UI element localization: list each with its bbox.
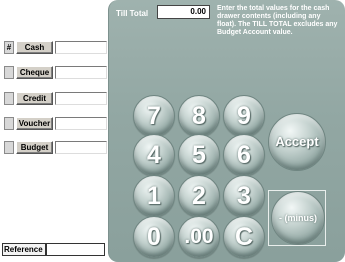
cash-amount-field[interactable] — [55, 41, 107, 54]
key-7[interactable]: 7 — [133, 95, 175, 137]
reference-label: Reference — [2, 243, 46, 256]
key-3[interactable]: 3 — [223, 175, 265, 217]
row-marker — [4, 141, 14, 154]
key-6[interactable]: 6 — [223, 134, 265, 176]
accept-button[interactable]: Accept — [268, 113, 326, 171]
budget-amount-field[interactable] — [55, 141, 107, 154]
till-total-label: Till Total — [116, 9, 149, 18]
instructions-text: Enter the total values for the cash draw… — [217, 5, 338, 36]
row-marker — [4, 117, 14, 130]
credit-button[interactable]: Credit — [16, 92, 53, 105]
key-double-zero[interactable]: .00 — [178, 216, 220, 258]
budget-button[interactable]: Budget — [16, 141, 53, 154]
row-marker — [4, 66, 14, 79]
active-row-marker: # — [4, 41, 14, 54]
key-0[interactable]: 0 — [133, 216, 175, 258]
key-clear[interactable]: C — [223, 216, 265, 258]
cash-button[interactable]: Cash — [16, 41, 53, 54]
voucher-button[interactable]: Voucher — [16, 117, 53, 130]
credit-amount-field[interactable] — [55, 92, 107, 105]
key-4[interactable]: 4 — [133, 134, 175, 176]
key-5[interactable]: 5 — [178, 134, 220, 176]
voucher-amount-field[interactable] — [55, 117, 107, 130]
till-total-field[interactable]: 0.00 — [157, 5, 210, 19]
cheque-amount-field[interactable] — [55, 66, 107, 79]
reference-field[interactable] — [46, 243, 105, 256]
minus-button[interactable]: - (minus) — [271, 191, 325, 245]
cheque-button[interactable]: Cheque — [16, 66, 53, 79]
key-9[interactable]: 9 — [223, 95, 265, 137]
row-marker — [4, 92, 14, 105]
key-1[interactable]: 1 — [133, 175, 175, 217]
key-2[interactable]: 2 — [178, 175, 220, 217]
key-8[interactable]: 8 — [178, 95, 220, 137]
tender-panel: # Cash Cheque Credit Voucher Budget Refe… — [0, 0, 107, 262]
